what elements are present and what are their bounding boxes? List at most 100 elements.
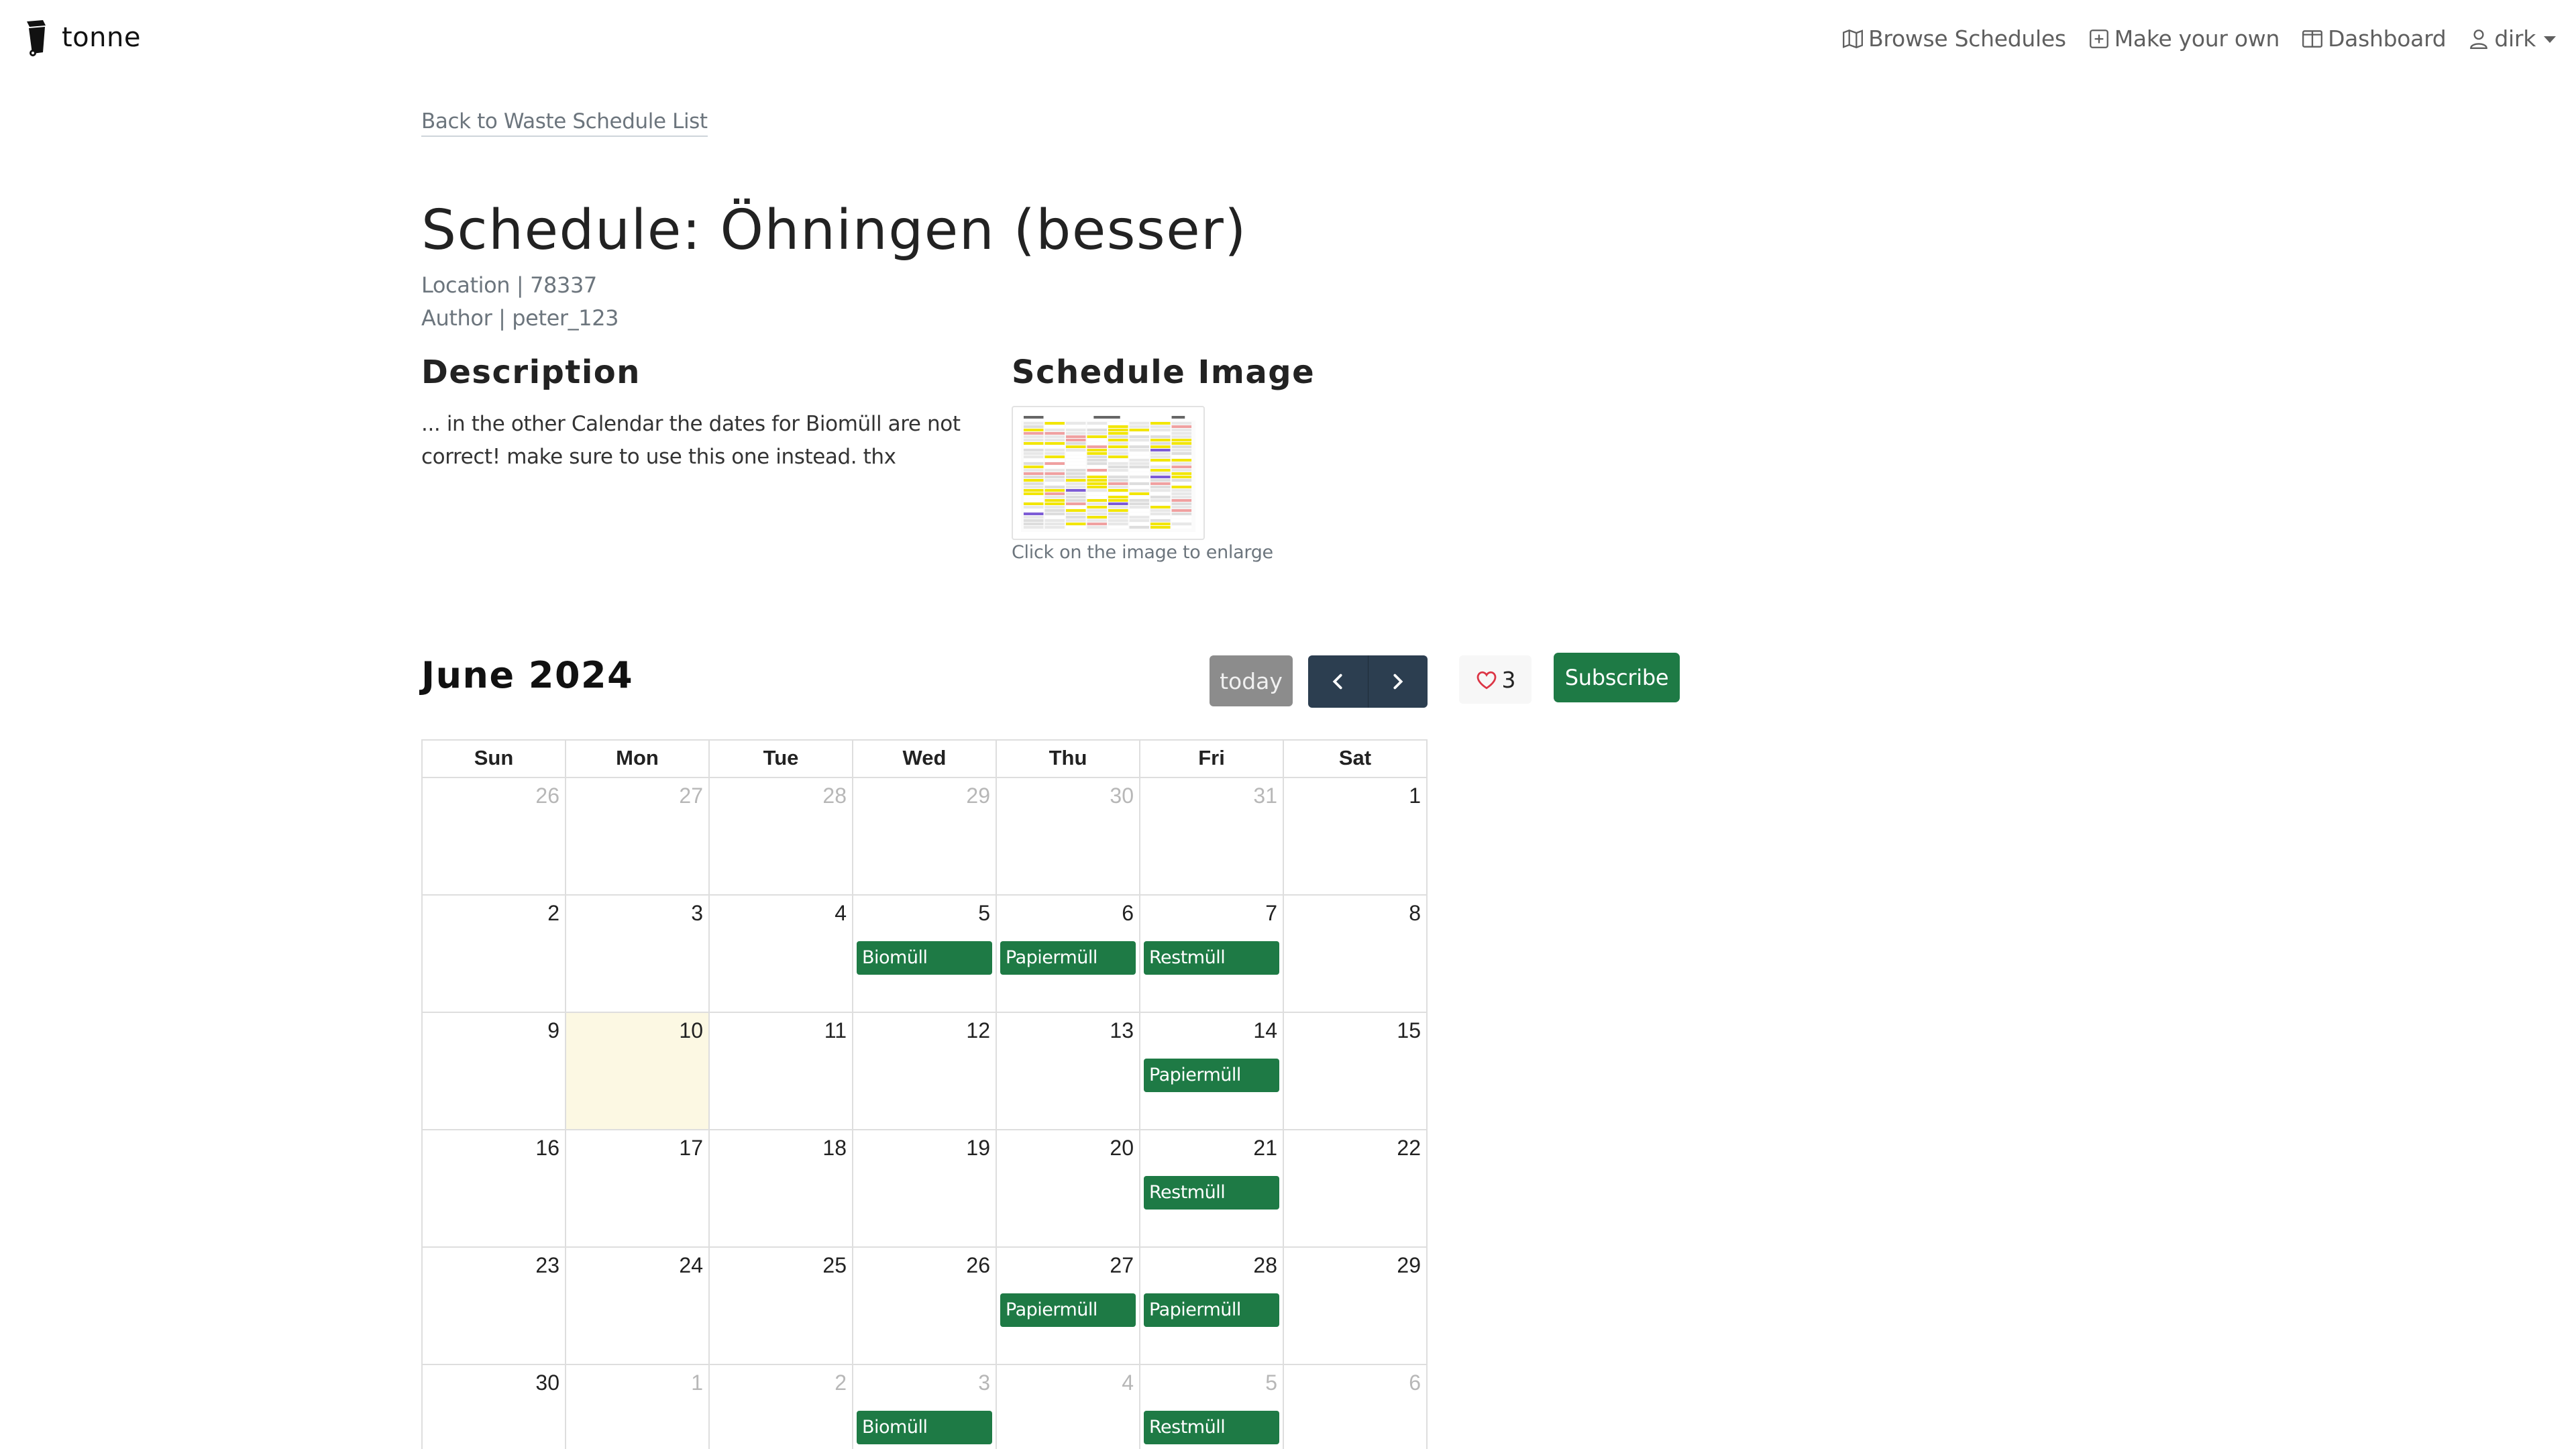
day-number[interactable]: 30 [1110, 784, 1134, 808]
day-number[interactable]: 5 [1265, 1371, 1277, 1395]
day-number[interactable]: 18 [822, 1136, 847, 1161]
calendar-day-cell[interactable]: 23 [423, 1248, 566, 1365]
calendar-event[interactable]: Biomüll [857, 1411, 992, 1444]
calendar-day-cell-today[interactable]: 10 [566, 1013, 710, 1130]
day-number[interactable]: 3 [978, 1371, 990, 1395]
calendar-event[interactable]: Papiermüll [1144, 1293, 1279, 1327]
calendar-day-cell[interactable]: 1 [566, 1365, 710, 1449]
day-number[interactable]: 4 [835, 901, 847, 926]
calendar-day-cell[interactable]: 6 Papiermüll [997, 896, 1140, 1013]
calendar-day-cell[interactable]: 25 [710, 1248, 853, 1365]
calendar-event[interactable]: Biomüll [857, 941, 992, 975]
calendar-day-cell[interactable]: 16 [423, 1130, 566, 1248]
day-number[interactable]: 5 [978, 901, 990, 926]
calendar-day-cell[interactable]: 18 [710, 1130, 853, 1248]
calendar-day-cell[interactable]: 26 [423, 778, 566, 896]
calendar-day-cell[interactable]: 24 [566, 1248, 710, 1365]
calendar-day-cell[interactable]: 11 [710, 1013, 853, 1130]
calendar-day-cell[interactable]: 5 Restmüll [1140, 1365, 1284, 1449]
calendar-day-cell[interactable]: 14 Papiermüll [1140, 1013, 1284, 1130]
calendar-day-cell[interactable]: 13 [997, 1013, 1140, 1130]
day-number[interactable]: 14 [1253, 1018, 1277, 1043]
day-number[interactable]: 8 [1409, 901, 1421, 926]
day-number[interactable]: 9 [547, 1018, 559, 1043]
day-number[interactable]: 30 [535, 1371, 559, 1395]
day-number[interactable]: 28 [1253, 1253, 1277, 1278]
calendar-day-cell[interactable]: 31 [1140, 778, 1284, 896]
day-number[interactable]: 13 [1110, 1018, 1134, 1043]
nav-make-your-own[interactable]: Make your own [2088, 25, 2279, 52]
calendar-day-cell[interactable]: 8 [1284, 896, 1428, 1013]
calendar-day-cell[interactable]: 27 [566, 778, 710, 896]
day-number[interactable]: 2 [835, 1371, 847, 1395]
day-number[interactable]: 27 [679, 784, 703, 808]
today-button[interactable]: today [1210, 655, 1293, 706]
day-number[interactable]: 24 [679, 1253, 703, 1278]
day-number[interactable]: 1 [1409, 784, 1421, 808]
calendar-day-cell[interactable]: 4 [997, 1365, 1140, 1449]
subscribe-button[interactable]: Subscribe [1554, 653, 1680, 702]
calendar-day-cell[interactable]: 2 [710, 1365, 853, 1449]
day-number[interactable]: 20 [1110, 1136, 1134, 1161]
calendar-day-cell[interactable]: 1 [1284, 778, 1428, 896]
calendar-day-cell[interactable]: 26 [853, 1248, 997, 1365]
calendar-day-cell[interactable]: 4 [710, 896, 853, 1013]
calendar-event[interactable]: Restmüll [1144, 941, 1279, 975]
day-number[interactable]: 7 [1265, 901, 1277, 926]
day-number[interactable]: 26 [966, 1253, 990, 1278]
calendar-event[interactable]: Restmüll [1144, 1411, 1279, 1444]
calendar-day-cell[interactable]: 3 [566, 896, 710, 1013]
day-number[interactable]: 21 [1253, 1136, 1277, 1161]
day-number[interactable]: 25 [822, 1253, 847, 1278]
calendar-day-cell[interactable]: 29 [853, 778, 997, 896]
day-number[interactable]: 4 [1122, 1371, 1134, 1395]
back-to-list-link[interactable]: Back to Waste Schedule List [421, 109, 708, 137]
calendar-day-cell[interactable]: 6 [1284, 1365, 1428, 1449]
calendar-day-cell[interactable]: 20 [997, 1130, 1140, 1248]
calendar-day-cell[interactable]: 9 [423, 1013, 566, 1130]
day-number[interactable]: 19 [966, 1136, 990, 1161]
nav-browse-schedules[interactable]: Browse Schedules [1841, 25, 2066, 52]
day-number[interactable]: 1 [691, 1371, 703, 1395]
calendar-day-cell[interactable]: 21 Restmüll [1140, 1130, 1284, 1248]
calendar-event[interactable]: Papiermüll [1144, 1059, 1279, 1092]
calendar-day-cell[interactable]: 28 [710, 778, 853, 896]
calendar-event[interactable]: Papiermüll [1000, 1293, 1136, 1327]
calendar-day-cell[interactable]: 22 [1284, 1130, 1428, 1248]
next-month-button[interactable] [1368, 655, 1428, 708]
day-number[interactable]: 29 [966, 784, 990, 808]
day-number[interactable]: 12 [966, 1018, 990, 1043]
calendar-day-cell[interactable]: 5 Biomüll [853, 896, 997, 1013]
day-number[interactable]: 16 [535, 1136, 559, 1161]
calendar-day-cell[interactable]: 15 [1284, 1013, 1428, 1130]
day-number[interactable]: 10 [679, 1018, 703, 1043]
favorite-button[interactable]: 3 [1459, 655, 1532, 704]
calendar-day-cell[interactable]: 2 [423, 896, 566, 1013]
day-number[interactable]: 26 [535, 784, 559, 808]
calendar-event[interactable]: Restmüll [1144, 1176, 1279, 1210]
day-number[interactable]: 6 [1122, 901, 1134, 926]
calendar-day-cell[interactable]: 28 Papiermüll [1140, 1248, 1284, 1365]
day-number[interactable]: 17 [679, 1136, 703, 1161]
day-number[interactable]: 3 [691, 901, 703, 926]
nav-dashboard[interactable]: Dashboard [2301, 25, 2447, 52]
day-number[interactable]: 29 [1397, 1253, 1421, 1278]
day-number[interactable]: 28 [822, 784, 847, 808]
calendar-day-cell[interactable]: 30 [423, 1365, 566, 1449]
calendar-day-cell[interactable]: 30 [997, 778, 1140, 896]
day-number[interactable]: 2 [547, 901, 559, 926]
calendar-day-cell[interactable]: 7 Restmüll [1140, 896, 1284, 1013]
day-number[interactable]: 15 [1397, 1018, 1421, 1043]
day-number[interactable]: 6 [1409, 1371, 1421, 1395]
previous-month-button[interactable] [1308, 655, 1368, 708]
calendar-day-cell[interactable]: 17 [566, 1130, 710, 1248]
day-number[interactable]: 23 [535, 1253, 559, 1278]
calendar-day-cell[interactable]: 12 [853, 1013, 997, 1130]
user-menu-dropdown[interactable]: dirk [2467, 25, 2556, 52]
calendar-day-cell[interactable]: 29 [1284, 1248, 1428, 1365]
schedule-image-thumbnail[interactable] [1012, 406, 1205, 540]
day-number[interactable]: 27 [1110, 1253, 1134, 1278]
brand-home-link[interactable]: tonne [23, 19, 141, 56]
calendar-day-cell[interactable]: 27 Papiermüll [997, 1248, 1140, 1365]
calendar-day-cell[interactable]: 3 Biomüll [853, 1365, 997, 1449]
